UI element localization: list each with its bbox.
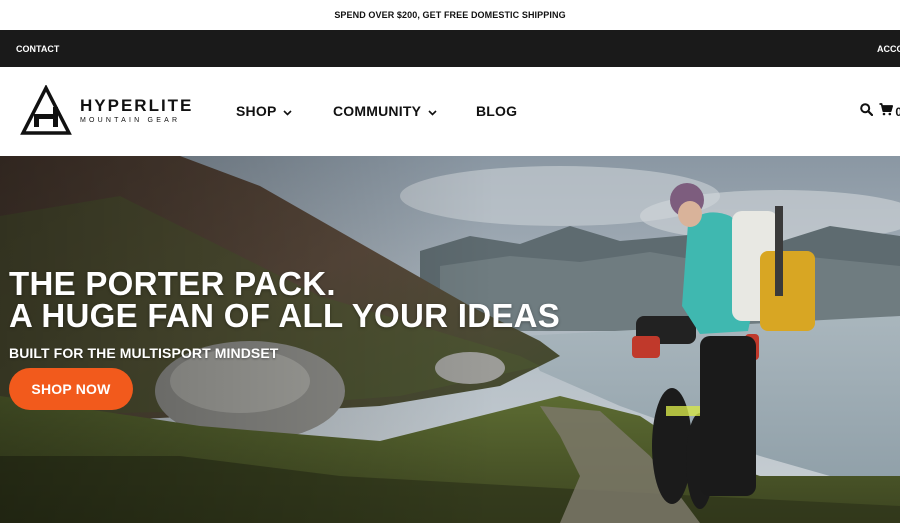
cart-count[interactable]: 0 bbox=[895, 105, 900, 119]
nav-icons: 0 bbox=[860, 103, 900, 121]
contact-link[interactable]: CONTACT bbox=[16, 44, 59, 54]
logo-triangle-icon bbox=[20, 85, 72, 135]
nav-shop[interactable]: SHOP bbox=[236, 103, 293, 119]
promo-banner: SPEND OVER $200, GET FREE DOMESTIC SHIPP… bbox=[0, 0, 900, 30]
promo-text: SPEND OVER $200, GET FREE DOMESTIC SHIPP… bbox=[334, 10, 566, 20]
hero-image bbox=[0, 156, 900, 523]
hero-title-line2: A HUGE FAN OF ALL YOUR IDEAS bbox=[9, 297, 561, 334]
brand-wordmark: HYPERLITE MOUNTAIN GEAR bbox=[80, 97, 193, 125]
hero-banner: THE PORTER PACK. A HUGE FAN OF ALL YOUR … bbox=[0, 156, 900, 523]
nav-community[interactable]: COMMUNITY bbox=[333, 103, 437, 119]
search-icon[interactable] bbox=[860, 103, 874, 121]
brand-name: HYPERLITE bbox=[80, 96, 194, 115]
hero-title: THE PORTER PACK. A HUGE FAN OF ALL YOUR … bbox=[9, 265, 561, 334]
utility-bar: CONTACT ACCOUNT bbox=[0, 30, 900, 67]
brand-tagline: MOUNTAIN GEAR bbox=[80, 117, 181, 124]
nav-community-label: COMMUNITY bbox=[333, 103, 422, 119]
account-link[interactable]: ACCOUNT bbox=[877, 44, 900, 54]
chevron-down-icon bbox=[428, 103, 437, 119]
main-navigation: HYPERLITE MOUNTAIN GEAR SHOP COMMUNITY B… bbox=[0, 67, 900, 156]
nav-blog[interactable]: BLOG bbox=[476, 103, 517, 119]
brand-logo[interactable]: HYPERLITE MOUNTAIN GEAR bbox=[20, 85, 193, 137]
cart-icon[interactable] bbox=[879, 103, 894, 121]
hero-subtitle: BUILT FOR THE MULTISPORT MINDSET bbox=[9, 345, 279, 361]
shop-now-button[interactable]: SHOP NOW bbox=[9, 368, 133, 410]
nav-shop-label: SHOP bbox=[236, 103, 277, 119]
chevron-down-icon bbox=[283, 103, 293, 119]
hero-title-line1: THE PORTER PACK. bbox=[9, 265, 336, 302]
nav-blog-label: BLOG bbox=[476, 103, 518, 119]
